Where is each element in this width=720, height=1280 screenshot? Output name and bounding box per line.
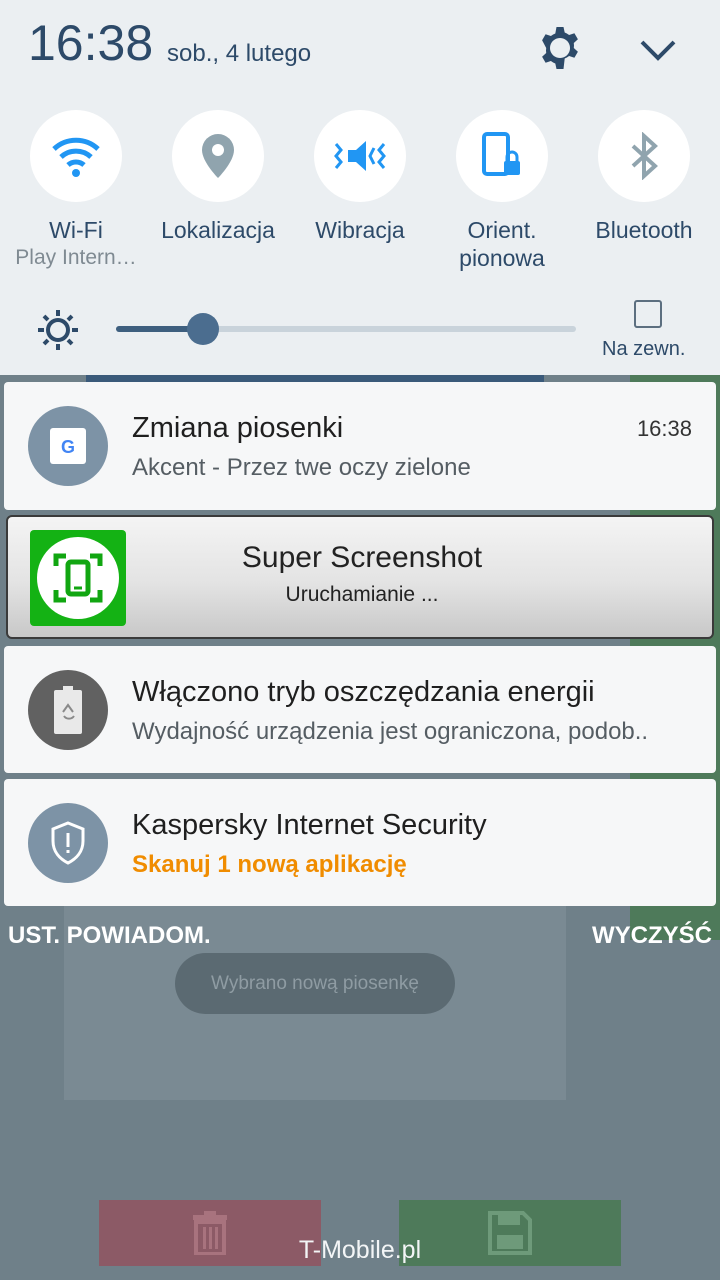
date[interactable]: sob., 4 lutego	[167, 40, 311, 68]
tile-label: Orient.	[467, 217, 537, 243]
tile-location-button[interactable]	[172, 110, 264, 202]
chevron-down-icon[interactable]	[634, 30, 682, 70]
tile-bluetooth[interactable]: Bluetooth	[574, 110, 714, 244]
notification-text: Wydajność urządzenia jest ograniczona, p…	[132, 718, 649, 745]
tile-label: Wibracja	[315, 217, 405, 243]
tile-bluetooth-button[interactable]	[598, 110, 690, 202]
vibrate-icon	[334, 141, 386, 171]
tile-sublabel: pionowa	[459, 245, 545, 271]
notification-title: Zmiana piosenki	[132, 412, 344, 444]
notification-title: Kaspersky Internet Security	[132, 809, 487, 841]
notification-power-saving[interactable]: Włączono tryb oszczędzania energii Wydaj…	[4, 646, 716, 773]
shield-icon	[51, 821, 85, 865]
clock: 16:38	[28, 15, 154, 71]
notification-action-text[interactable]: Skanuj 1 nową aplikację	[132, 851, 407, 879]
bluetooth-icon	[631, 132, 658, 180]
notification-text: Akcent - Przez twe oczy zielone	[132, 454, 471, 481]
brightness-slider-thumb[interactable]	[187, 313, 220, 345]
notification-super-screenshot[interactable]: Super Screenshot Uruchamianie ...	[6, 515, 714, 639]
gear-icon[interactable]	[536, 24, 584, 72]
app-avatar	[28, 803, 108, 883]
tile-orientation-button[interactable]	[456, 110, 548, 202]
brightness-slider[interactable]	[116, 313, 576, 345]
outdoor-mode-checkbox[interactable]	[634, 300, 662, 328]
brightness-icon	[38, 310, 78, 350]
tile-orientation[interactable]: Orient. pionowa	[432, 110, 572, 272]
tile-wifi-button[interactable]	[30, 110, 122, 202]
tile-label: Bluetooth	[595, 217, 693, 243]
notification-title: Super Screenshot	[241, 541, 483, 574]
tile-wifi[interactable]: Wi-Fi Play Intern…	[6, 110, 146, 272]
tile-label: Lokalizacja	[161, 217, 275, 243]
notification-kaspersky[interactable]: Kaspersky Internet Security Skanuj 1 now…	[4, 779, 716, 906]
toast-message: Wybrano nową piosenkę	[175, 953, 455, 1014]
battery-saver-icon	[54, 686, 82, 734]
carrier-label: T-Mobile.pl	[298, 1236, 422, 1264]
location-icon	[202, 134, 234, 178]
google-icon: G	[50, 428, 86, 464]
tile-sublabel: Play Intern…	[15, 246, 137, 269]
app-avatar	[28, 670, 108, 750]
tile-location[interactable]: Lokalizacja	[148, 110, 288, 244]
notification-title: Włączono tryb oszczędzania energii	[132, 676, 595, 708]
tile-vibration-button[interactable]	[314, 110, 406, 202]
notification-settings-button[interactable]: UST. POWIADOM.	[8, 922, 211, 950]
wifi-icon	[52, 137, 100, 177]
clear-all-button[interactable]: WYCZYŚĆ	[592, 922, 712, 950]
orientation-lock-icon	[482, 132, 520, 176]
tile-vibration[interactable]: Wibracja	[290, 110, 430, 244]
notification-song-change[interactable]: G Zmiana piosenki 16:38 Akcent - Przez t…	[4, 382, 716, 510]
notification-text: Uruchamianie ...	[285, 583, 439, 606]
quick-settings-panel: 16:38 sob., 4 lutego Wi-Fi Play Intern… …	[0, 0, 720, 375]
tile-label: Wi-Fi	[49, 217, 103, 243]
app-avatar: G	[28, 406, 108, 486]
svg-text:G: G	[61, 437, 75, 457]
outdoor-mode-label: Na zewn.	[602, 338, 686, 360]
notification-time: 16:38	[636, 416, 692, 441]
